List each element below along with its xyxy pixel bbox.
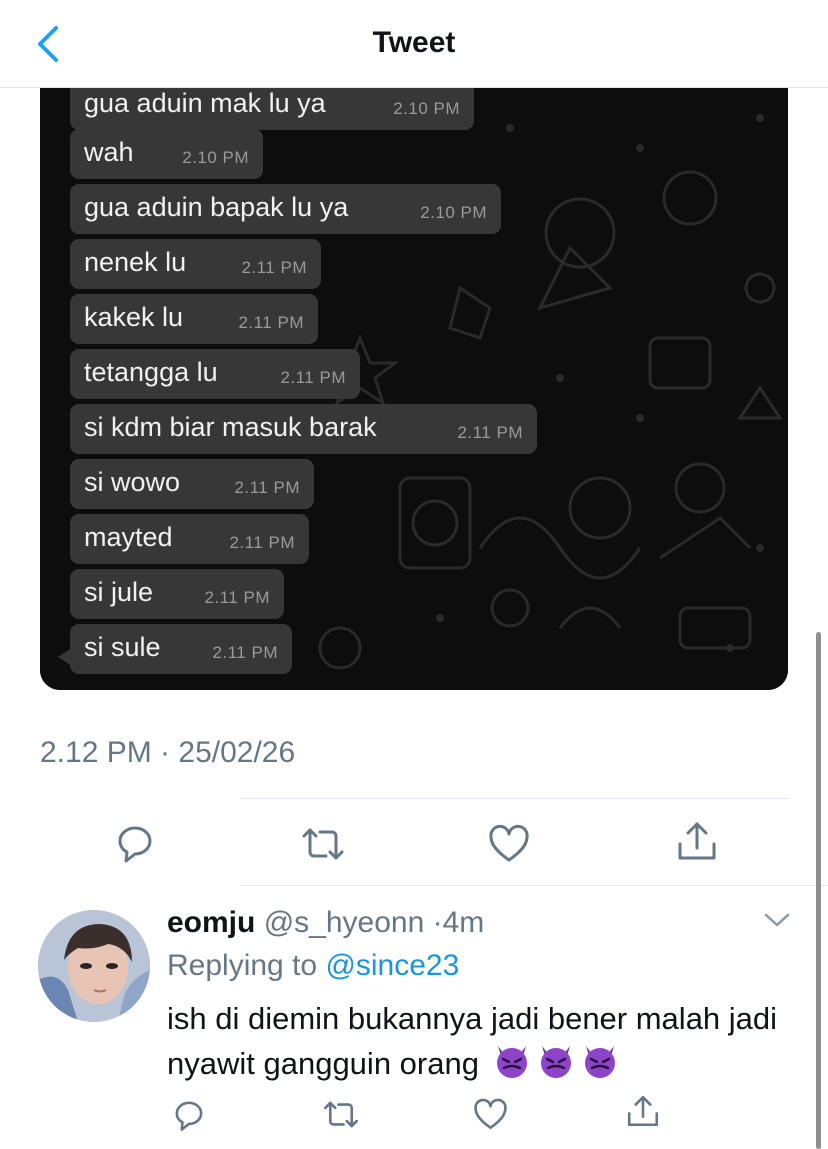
- chat-message-time: 2.11 PM: [229, 533, 295, 552]
- share-icon: [678, 822, 716, 860]
- chat-bubble: kakek lu 2.11 PM: [70, 294, 318, 344]
- chat-message-text: gua aduin bapak lu ya: [84, 192, 349, 222]
- chat-message-time: 2.11 PM: [241, 258, 307, 277]
- tweet-image[interactable]: gua aduin mak lu ya 2.10 PM wah 2.10 PM …: [40, 88, 788, 690]
- tweet-timestamp[interactable]: 2.12 PM · 25/02/26: [40, 736, 295, 770]
- chat-message-text: si wowo: [84, 467, 181, 497]
- chat-bubble: wah 2.10 PM: [70, 129, 263, 179]
- chat-message-text: tetangga lu: [84, 357, 218, 387]
- chat-bubble: si jule 2.11 PM: [70, 569, 284, 619]
- retweet-icon: [324, 1101, 358, 1128]
- reply-share-button[interactable]: [626, 1094, 660, 1128]
- retweet-icon: [302, 828, 344, 860]
- chat-message-time: 2.11 PM: [280, 368, 346, 387]
- reply-text: ish di diemin bukannya jadi bener malah …: [167, 1001, 778, 1081]
- reply-like-button[interactable]: [473, 1098, 508, 1131]
- reply-text-block: ish di diemin bukannya jadi bener malah …: [167, 998, 787, 1091]
- chat-message-text: gua aduin mak lu ya: [84, 88, 326, 118]
- smiling-face-with-horns-icon: [584, 1046, 615, 1078]
- chat-bubble: tetangga lu 2.11 PM: [70, 349, 360, 399]
- chat-message-time: 2.11 PM: [212, 643, 278, 662]
- heart-icon: [474, 1098, 507, 1130]
- reply-header: eomju @s_hyeonn ·4m: [167, 906, 484, 940]
- reply-time: 4m: [442, 906, 485, 939]
- chat-bubble: nenek lu 2.11 PM: [70, 239, 321, 289]
- chat-bubble: gua aduin mak lu ya 2.10 PM: [70, 88, 474, 130]
- chat-bubble: si sule 2.11 PM: [58, 624, 292, 674]
- chevron-down-icon: [764, 913, 790, 927]
- smiling-face-with-horns-icon: [496, 1046, 527, 1078]
- emoji-group: [488, 1040, 620, 1091]
- page-title: Tweet: [372, 26, 456, 59]
- more-options-button[interactable]: [764, 912, 790, 933]
- reply-author-handle[interactable]: @s_hyeonn: [264, 906, 425, 939]
- reply-button[interactable]: [114, 822, 156, 864]
- like-button[interactable]: [488, 824, 530, 864]
- reply-retweet-button[interactable]: [322, 1098, 360, 1131]
- replying-to: Replying to @since23: [167, 949, 459, 983]
- reply-author-name[interactable]: eomju: [167, 906, 255, 939]
- user-avatar-image: [38, 910, 150, 1022]
- share-icon: [627, 1095, 659, 1127]
- chat-message-time: 2.10 PM: [420, 203, 487, 222]
- chat-bubble: mayted 2.11 PM: [70, 514, 309, 564]
- top-bar: Tweet: [0, 0, 828, 88]
- chat-message-text: si jule: [84, 577, 154, 607]
- separator-dot: ·: [432, 906, 443, 939]
- chat-message-time: 2.11 PM: [457, 423, 523, 442]
- chat-message-text: wah: [84, 137, 134, 167]
- heart-icon: [489, 824, 529, 862]
- reply-icon: [118, 826, 152, 863]
- replying-to-label: Replying to: [167, 949, 326, 982]
- chat-message-text: si sule: [84, 632, 161, 662]
- chat-message-time: 2.10 PM: [182, 148, 249, 167]
- divider: [240, 798, 790, 799]
- chat-bubble: si kdm biar masuk barak 2.11 PM: [70, 404, 537, 454]
- chat-message-text: kakek lu: [84, 302, 184, 332]
- scrollbar[interactable]: [816, 632, 821, 1149]
- chat-message-time: 2.11 PM: [238, 313, 304, 332]
- chat-message-text: mayted: [84, 522, 173, 552]
- chat-bubble: si wowo 2.11 PM: [70, 459, 314, 509]
- reply-reply-button[interactable]: [172, 1098, 206, 1132]
- replying-to-mention[interactable]: @since23: [325, 949, 459, 982]
- chat-message-text: nenek lu: [84, 247, 187, 277]
- chat-message-time: 2.11 PM: [204, 588, 270, 607]
- avatar[interactable]: [38, 910, 150, 1022]
- chat-message-text: si kdm biar masuk barak: [84, 412, 377, 442]
- smiling-face-with-horns-icon: [540, 1046, 571, 1078]
- share-button[interactable]: [676, 820, 718, 862]
- chat-bubble: gua aduin bapak lu ya 2.10 PM: [70, 184, 501, 234]
- chat-message-time: 2.10 PM: [393, 99, 460, 118]
- retweet-button[interactable]: [300, 824, 346, 864]
- divider: [240, 885, 828, 886]
- chat-message-time: 2.11 PM: [234, 478, 300, 497]
- reply-icon: [175, 1101, 203, 1131]
